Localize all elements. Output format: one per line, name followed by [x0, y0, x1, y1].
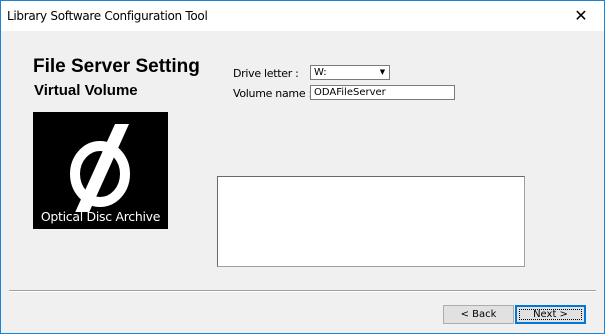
- volume-name-label: Volume name :: [233, 87, 312, 100]
- page-title: File Server Setting: [33, 56, 200, 77]
- title-bar: Library Software Configuration Tool ✕: [1, 1, 604, 31]
- message-textarea[interactable]: [217, 176, 525, 267]
- oda-logo: Optical Disc Archive: [33, 112, 168, 229]
- dialog-window: Library Software Configuration Tool ✕ Fi…: [0, 0, 605, 334]
- divider: [9, 290, 596, 292]
- window-title: Library Software Configuration Tool: [7, 9, 208, 23]
- close-icon[interactable]: ✕: [558, 1, 604, 31]
- logo-text: Optical Disc Archive: [40, 209, 161, 224]
- volume-name-value: ODAFileServer: [314, 87, 386, 98]
- back-button[interactable]: < Back: [443, 305, 514, 324]
- drive-letter-label: Drive letter :: [233, 67, 299, 80]
- disc-slash-icon: [70, 124, 130, 212]
- chevron-down-icon[interactable]: ▼: [377, 67, 388, 78]
- back-button-label: < Back: [460, 309, 497, 320]
- focus-rect: [519, 309, 582, 320]
- volume-name-input[interactable]: ODAFileServer: [310, 85, 455, 100]
- next-button[interactable]: Next >: [515, 305, 586, 324]
- drive-letter-select[interactable]: W: ▼: [310, 65, 390, 80]
- page-subtitle: Virtual Volume: [34, 82, 138, 99]
- drive-letter-value: W:: [314, 67, 327, 78]
